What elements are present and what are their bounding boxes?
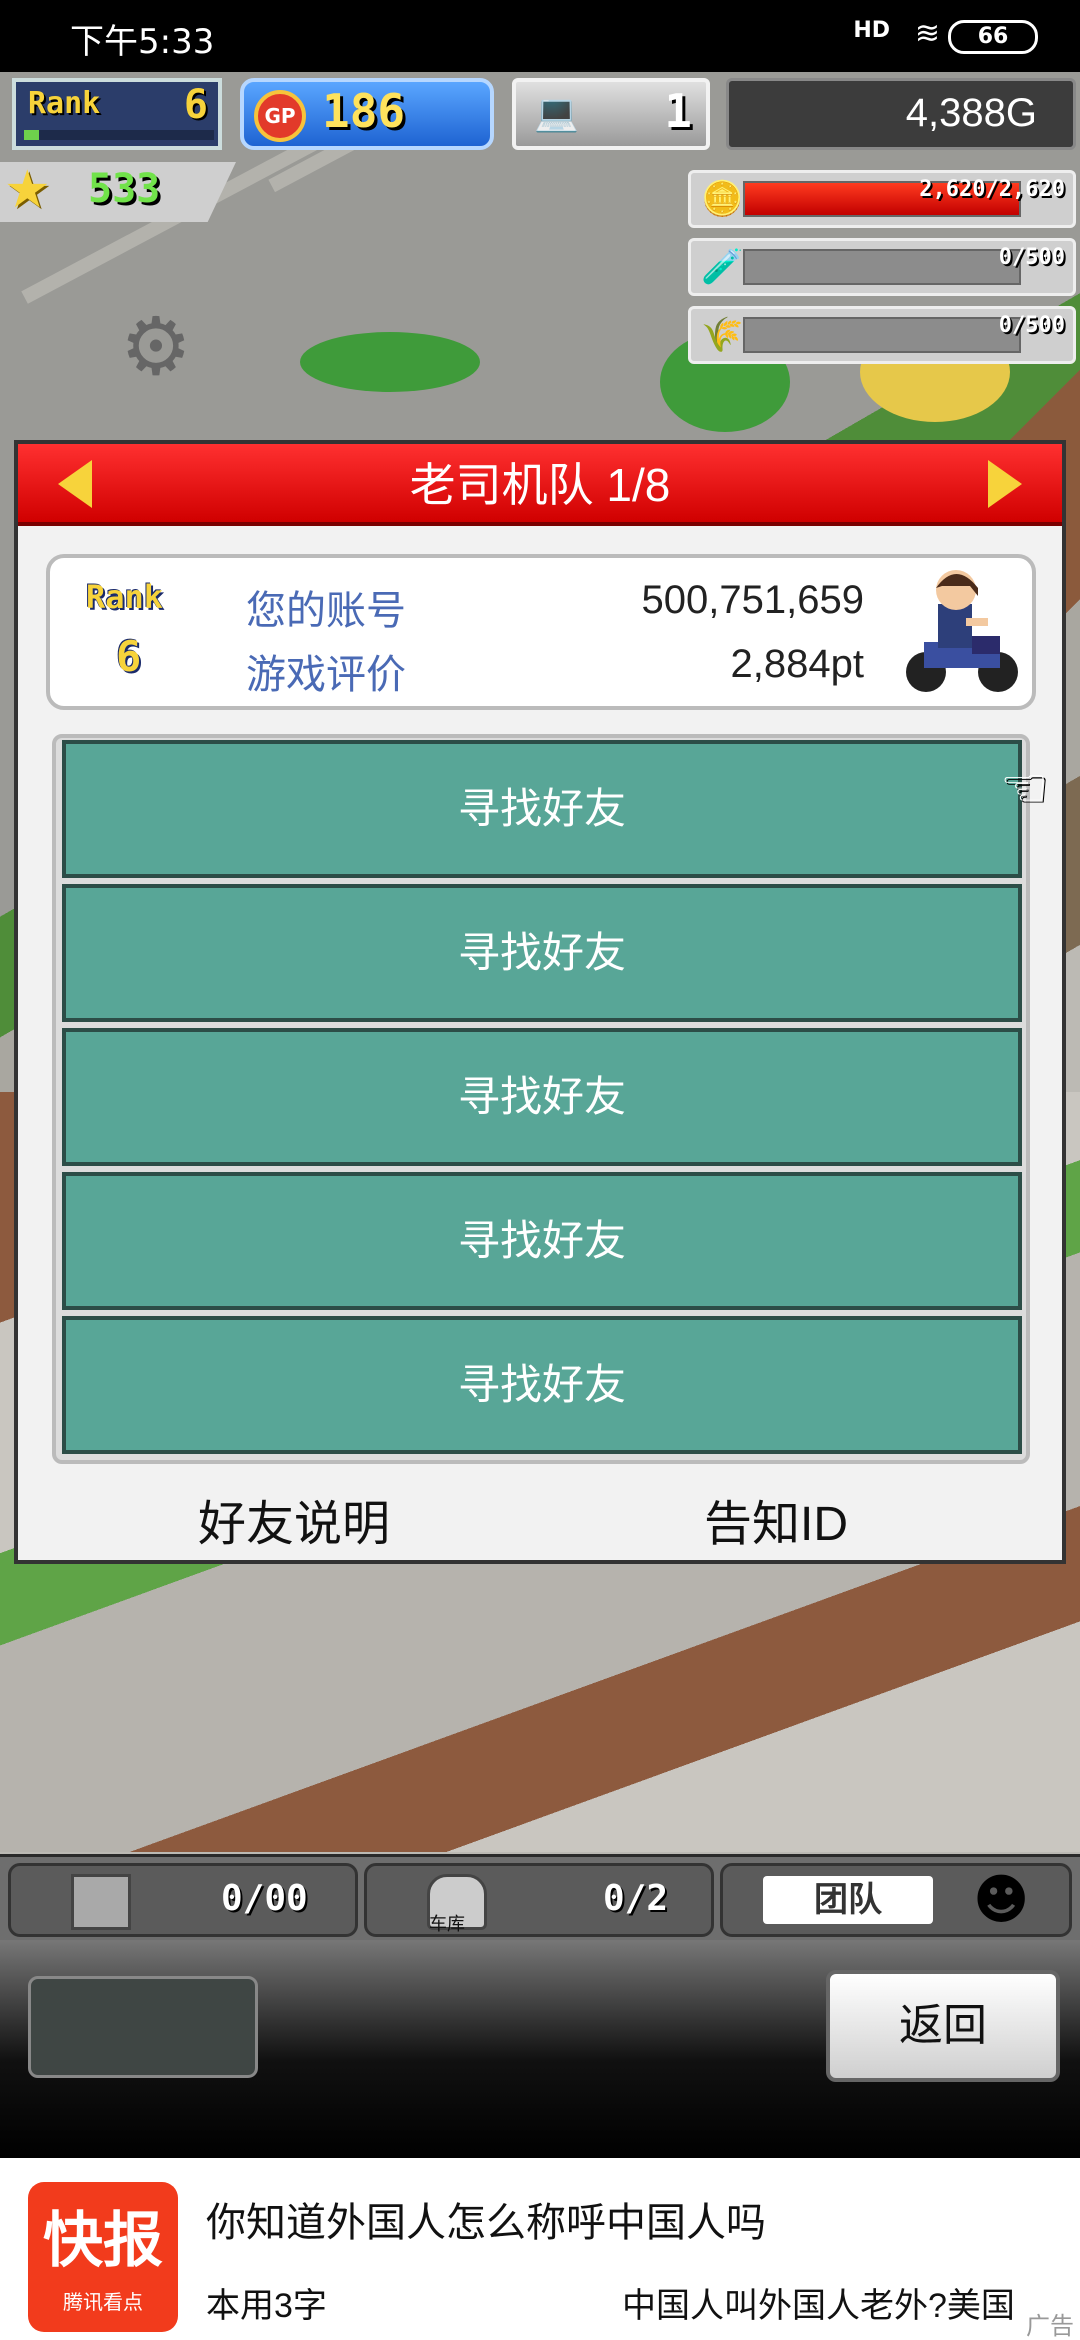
card-rank-label: Rank: [86, 578, 164, 616]
money-display: 4,388G: [726, 78, 1076, 150]
gp-counter[interactable]: GP 186: [240, 78, 494, 150]
fuel-icon: 🧪: [701, 247, 744, 287]
kuaibao-logo: 快报 腾讯看点: [28, 2182, 178, 2332]
gp-coin-icon: GP: [254, 90, 306, 142]
rating-value: 2,884pt: [730, 642, 864, 686]
computer-icon: 💻: [534, 93, 579, 134]
bottom-tab-bar: 0/00 车库 0/2 团队 ☻: [0, 1854, 1080, 1940]
ad-title[interactable]: 你知道外国人怎么称呼中国人吗: [206, 2190, 766, 2248]
back-button[interactable]: 返回: [826, 1970, 1060, 2082]
dialog-title: 老司机队 1/8: [409, 459, 671, 511]
rank-label: Rank: [28, 86, 101, 121]
ad-logo-subtext: 腾讯看点: [63, 2292, 143, 2314]
motorcycle-driver-icon: [906, 570, 1018, 692]
player-rank: Rank 6: [12, 78, 222, 150]
status-bar: 下午5:33 HD ≋ 66: [0, 0, 1080, 72]
find-friend-label: 寻找好友: [457, 785, 626, 832]
resource-coins: 🪙 2,620/2,620: [688, 170, 1076, 228]
money-value: 4,388G: [905, 91, 1037, 135]
friend-help-button[interactable]: 好友说明: [198, 1484, 390, 1554]
rank-progress-bar: [24, 130, 214, 140]
gp-value: 186: [322, 84, 406, 138]
team-label: 团队: [763, 1876, 933, 1924]
team-dialog: 老司机队 1/8 Rank 6 您的账号 500,751,659 游戏评价 2,…: [14, 440, 1066, 1564]
next-page-arrow-icon[interactable]: [988, 460, 1022, 508]
find-friend-slot[interactable]: 寻找好友: [62, 740, 1022, 878]
resource-fuel: 🧪 0/500: [688, 238, 1076, 296]
resource-bar: [743, 249, 1021, 285]
wheat-icon: 🌾: [701, 315, 744, 355]
garage-label: 车库: [429, 1914, 465, 1935]
find-friend-label: 寻找好友: [457, 1361, 626, 1408]
ad-subtext-right: 中国人叫外国人老外?美国: [622, 2287, 1015, 2325]
find-friend-slot[interactable]: 寻找好友: [62, 1316, 1022, 1454]
rank-progress-fill: [24, 130, 40, 140]
resource-wheat: 🌾 0/500: [688, 306, 1076, 364]
staff-avatar-icon: ☻: [973, 1868, 1030, 1931]
rating-label: 游戏评价: [246, 653, 406, 697]
rank-value: 6: [183, 82, 208, 128]
panel-slot: [28, 1976, 258, 2078]
computer-counter[interactable]: 💻 1: [512, 78, 710, 150]
garage-value: 0/2: [603, 1878, 669, 1919]
hand-pointer-icon: ☜: [1000, 756, 1049, 819]
find-friend-label: 寻找好友: [457, 1217, 626, 1264]
account-label: 您的账号: [246, 589, 406, 633]
account-value: 500,751,659: [641, 578, 864, 622]
ad-banner[interactable]: 快报 腾讯看点 你知道外国人怎么称呼中国人吗 本用3字 中国人叫外国人老外?美国…: [0, 2158, 1080, 2340]
garage-tab[interactable]: 车库 0/2: [364, 1863, 714, 1937]
resource-bar: [743, 317, 1021, 353]
find-friend-slot[interactable]: 寻找好友: [62, 1172, 1022, 1310]
signal-icon: HD: [853, 18, 890, 43]
share-id-button[interactable]: 告知ID: [704, 1484, 848, 1554]
resource-text: 0/500: [998, 245, 1065, 270]
card-rank-value: 6: [116, 632, 142, 681]
bottom-panel: 返回: [0, 1940, 1080, 2158]
hedge: [300, 332, 480, 392]
find-friend-label: 寻找好友: [457, 929, 626, 976]
coins-icon: 🪙: [701, 179, 744, 219]
star-counter: ★ 533: [0, 162, 236, 222]
find-friend-label: 寻找好友: [457, 1073, 626, 1120]
battery-icon: 66: [948, 20, 1038, 54]
storage-value: 0/00: [221, 1878, 308, 1919]
resource-text: 2,620/2,620: [919, 177, 1065, 202]
team-tab[interactable]: 团队 ☻: [720, 1863, 1072, 1937]
star-value: 533: [88, 166, 161, 212]
ad-logo-text: 快报: [43, 2207, 163, 2274]
storage-tab[interactable]: 0/00: [8, 1863, 358, 1937]
find-friend-slot[interactable]: 寻找好友: [62, 1028, 1022, 1166]
status-time: 下午5:33: [70, 22, 215, 62]
find-friend-slot[interactable]: 寻找好友: [62, 884, 1022, 1022]
wifi-icon: ≋: [914, 16, 940, 51]
ad-tag: 广告: [1026, 2312, 1074, 2340]
account-card: Rank 6 您的账号 500,751,659 游戏评价 2,884pt: [46, 554, 1036, 710]
dialog-header: 老司机队 1/8: [18, 444, 1062, 526]
crate-icon: [71, 1874, 131, 1930]
star-icon: ★: [4, 160, 51, 220]
friend-list: 寻找好友 寻找好友 寻找好友 寻找好友 寻找好友: [52, 734, 1030, 1464]
ad-subtext-left: 本用3字: [206, 2287, 327, 2325]
computer-value: 1: [664, 84, 692, 138]
tire-icon[interactable]: ⚙: [100, 300, 212, 400]
resource-text: 0/500: [998, 313, 1065, 338]
